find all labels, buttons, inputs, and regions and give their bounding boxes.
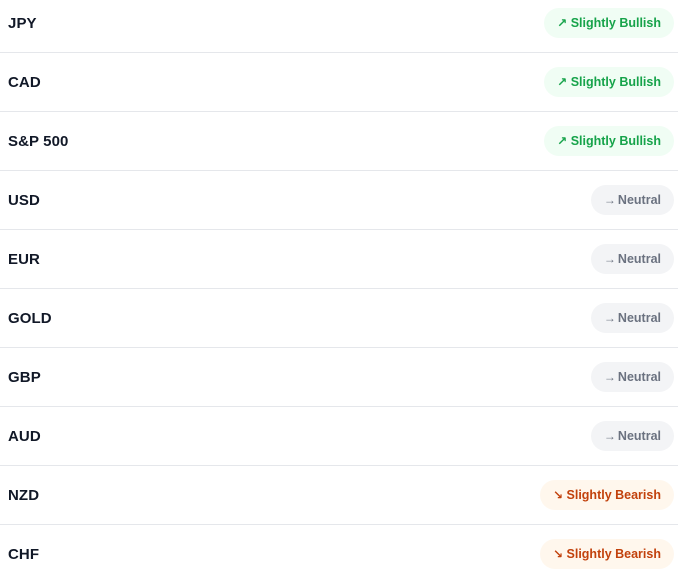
- sentiment-label: Slightly Bearish: [566, 488, 661, 502]
- list-item[interactable]: EUR → Neutral: [0, 230, 678, 289]
- sentiment-label: Neutral: [617, 193, 661, 207]
- sentiment-label: Neutral: [617, 311, 661, 325]
- list-item[interactable]: S&P 500 ↗ Slightly Bullish: [0, 112, 678, 171]
- sentiment-list: JPY ↗ Slightly Bullish CAD ↗ Slightly Bu…: [0, 0, 678, 575]
- sentiment-badge: ↗ Slightly Bullish: [543, 67, 674, 97]
- sentiment-badge: → Neutral: [590, 303, 674, 333]
- asset-name: GBP: [8, 368, 41, 386]
- asset-name: NZD: [8, 486, 40, 504]
- list-item[interactable]: NZD ↘ Slightly Bearish: [0, 466, 678, 525]
- sentiment-badge: ↗ Slightly Bullish: [543, 8, 674, 38]
- list-item[interactable]: AUD → Neutral: [0, 407, 678, 466]
- sentiment-badge: → Neutral: [590, 244, 674, 274]
- arrow-up-right-icon: ↗: [557, 16, 568, 30]
- sentiment-badge: → Neutral: [590, 185, 674, 215]
- asset-name: GOLD: [8, 309, 52, 327]
- sentiment-label: Slightly Bearish: [566, 547, 661, 561]
- list-item[interactable]: GOLD → Neutral: [0, 289, 678, 348]
- asset-name: JPY: [8, 14, 37, 32]
- list-item[interactable]: USD → Neutral: [0, 171, 678, 230]
- list-item[interactable]: JPY ↗ Slightly Bullish: [0, 0, 678, 53]
- sentiment-label: Neutral: [617, 370, 661, 384]
- sentiment-label: Neutral: [617, 429, 661, 443]
- list-item[interactable]: GBP → Neutral: [0, 348, 678, 407]
- sentiment-label: Slightly Bullish: [570, 134, 661, 148]
- sentiment-badge: ↘ Slightly Bearish: [539, 480, 674, 510]
- arrow-right-icon: →: [603, 311, 616, 325]
- sentiment-badge: → Neutral: [590, 421, 674, 451]
- arrow-right-icon: →: [603, 252, 616, 266]
- asset-name: CAD: [8, 73, 41, 91]
- arrow-up-right-icon: ↗: [557, 75, 568, 89]
- sentiment-badge: ↗ Slightly Bullish: [543, 126, 674, 156]
- arrow-down-right-icon: ↘: [552, 488, 564, 502]
- arrow-right-icon: →: [603, 370, 616, 384]
- asset-name: S&P 500: [8, 132, 69, 150]
- sentiment-label: Slightly Bullish: [570, 75, 661, 89]
- arrow-right-icon: →: [603, 429, 616, 443]
- sentiment-label: Slightly Bullish: [570, 16, 661, 30]
- asset-name: CHF: [8, 545, 40, 563]
- arrow-down-right-icon: ↘: [552, 547, 564, 561]
- arrow-right-icon: →: [603, 193, 616, 207]
- asset-name: AUD: [8, 427, 41, 445]
- list-item[interactable]: CAD ↗ Slightly Bullish: [0, 53, 678, 112]
- list-item[interactable]: CHF ↘ Slightly Bearish: [0, 525, 678, 583]
- sentiment-badge: → Neutral: [590, 362, 674, 392]
- sentiment-badge: ↘ Slightly Bearish: [539, 539, 674, 569]
- arrow-up-right-icon: ↗: [557, 134, 568, 148]
- asset-name: USD: [8, 191, 40, 209]
- sentiment-label: Neutral: [617, 252, 661, 266]
- asset-name: EUR: [8, 250, 40, 268]
